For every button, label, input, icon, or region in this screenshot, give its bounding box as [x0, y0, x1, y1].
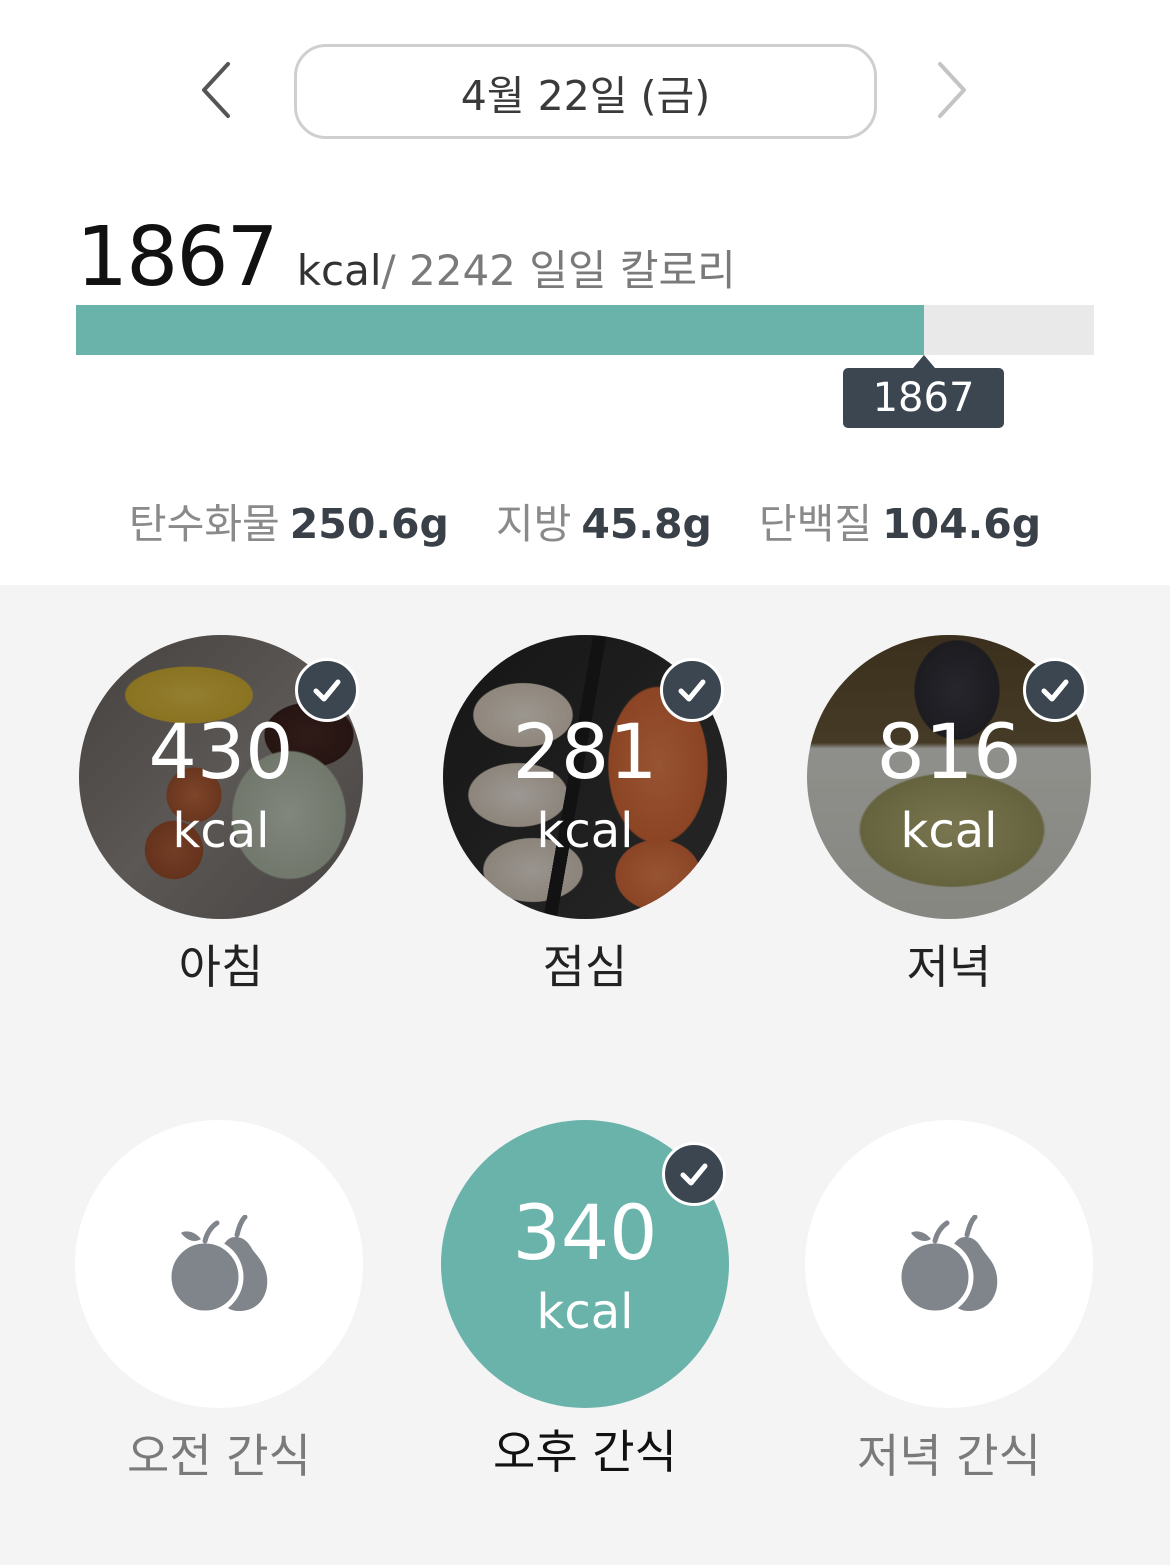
- tooltip-pointer: [913, 355, 935, 368]
- meal-kcal-unit: kcal: [900, 803, 998, 859]
- fruit-icon: [896, 1215, 998, 1315]
- meal-lunch[interactable]: 281 kcal 점심: [440, 635, 730, 995]
- meal-label: 점심: [542, 940, 628, 994]
- check-badge: [662, 1142, 726, 1206]
- meal-label: 아침: [178, 940, 264, 994]
- calorie-summary: 1867 kcal/ 2242 일일 칼로리: [76, 210, 736, 305]
- previous-day-button[interactable]: [186, 58, 246, 122]
- checkmark-icon: [1041, 679, 1069, 702]
- meals-panel: 430 kcal 아침 281 kcal 점심 816 kcal 저녁 오전 간…: [0, 585, 1170, 1565]
- calories-unit: kcal: [296, 246, 382, 295]
- snack-evening[interactable]: 저녁 간식: [804, 1120, 1094, 1520]
- macro-fat: 지방 45.8g: [496, 490, 712, 550]
- check-badge: [295, 658, 359, 722]
- snack-add-circle[interactable]: [75, 1120, 363, 1408]
- calories-consumed: 1867: [76, 210, 279, 305]
- date-label: 4월 22일 (금): [460, 71, 711, 120]
- chevron-left-icon: [202, 62, 230, 118]
- calorie-progress-bar: [76, 305, 1094, 355]
- macro-value: 45.8g: [581, 500, 712, 548]
- meal-label: 저녁: [906, 940, 992, 994]
- meal-breakfast[interactable]: 430 kcal 아침: [76, 635, 366, 995]
- date-selector[interactable]: 4월 22일 (금): [294, 44, 877, 139]
- calorie-tooltip: 1867: [843, 368, 1004, 428]
- snack-morning[interactable]: 오전 간식: [74, 1120, 364, 1520]
- checkmark-icon: [313, 679, 341, 702]
- meal-kcal-unit: kcal: [172, 803, 270, 859]
- macro-label: 탄수화물: [128, 500, 280, 548]
- macro-value: 104.6g: [882, 500, 1042, 548]
- snack-label: 저녁 간식: [857, 1429, 1041, 1483]
- snack-kcal-unit: kcal: [536, 1284, 634, 1340]
- snack-label: 오후 간식: [493, 1425, 677, 1479]
- macro-summary: 탄수화물 250.6g 지방 45.8g 단백질 104.6g: [0, 490, 1170, 560]
- macro-carbs: 탄수화물 250.6g: [129, 490, 449, 550]
- checkmark-icon: [680, 1163, 708, 1186]
- calorie-progress-fill: [76, 305, 924, 355]
- meal-dinner[interactable]: 816 kcal 저녁: [804, 635, 1094, 995]
- macro-label: 지방: [495, 500, 572, 548]
- check-badge: [660, 658, 724, 722]
- calories-goal: / 2242 일일 칼로리: [381, 246, 736, 295]
- macro-value: 250.6g: [289, 500, 449, 548]
- macro-protein: 단백질 104.6g: [759, 490, 1041, 550]
- check-badge: [1023, 658, 1087, 722]
- meal-kcal-unit: kcal: [536, 803, 634, 859]
- next-day-button[interactable]: [922, 58, 982, 122]
- checkmark-icon: [678, 679, 706, 702]
- fruit-icon: [166, 1215, 268, 1315]
- chevron-right-icon: [938, 62, 966, 118]
- snack-add-circle[interactable]: [805, 1120, 1093, 1408]
- snack-afternoon[interactable]: 340 kcal 오후 간식: [440, 1120, 730, 1520]
- summary-panel: 4월 22일 (금) 1867 kcal/ 2242 일일 칼로리 1867 탄수…: [0, 0, 1170, 585]
- macro-label: 단백질: [758, 500, 873, 548]
- snack-label: 오전 간식: [127, 1429, 311, 1483]
